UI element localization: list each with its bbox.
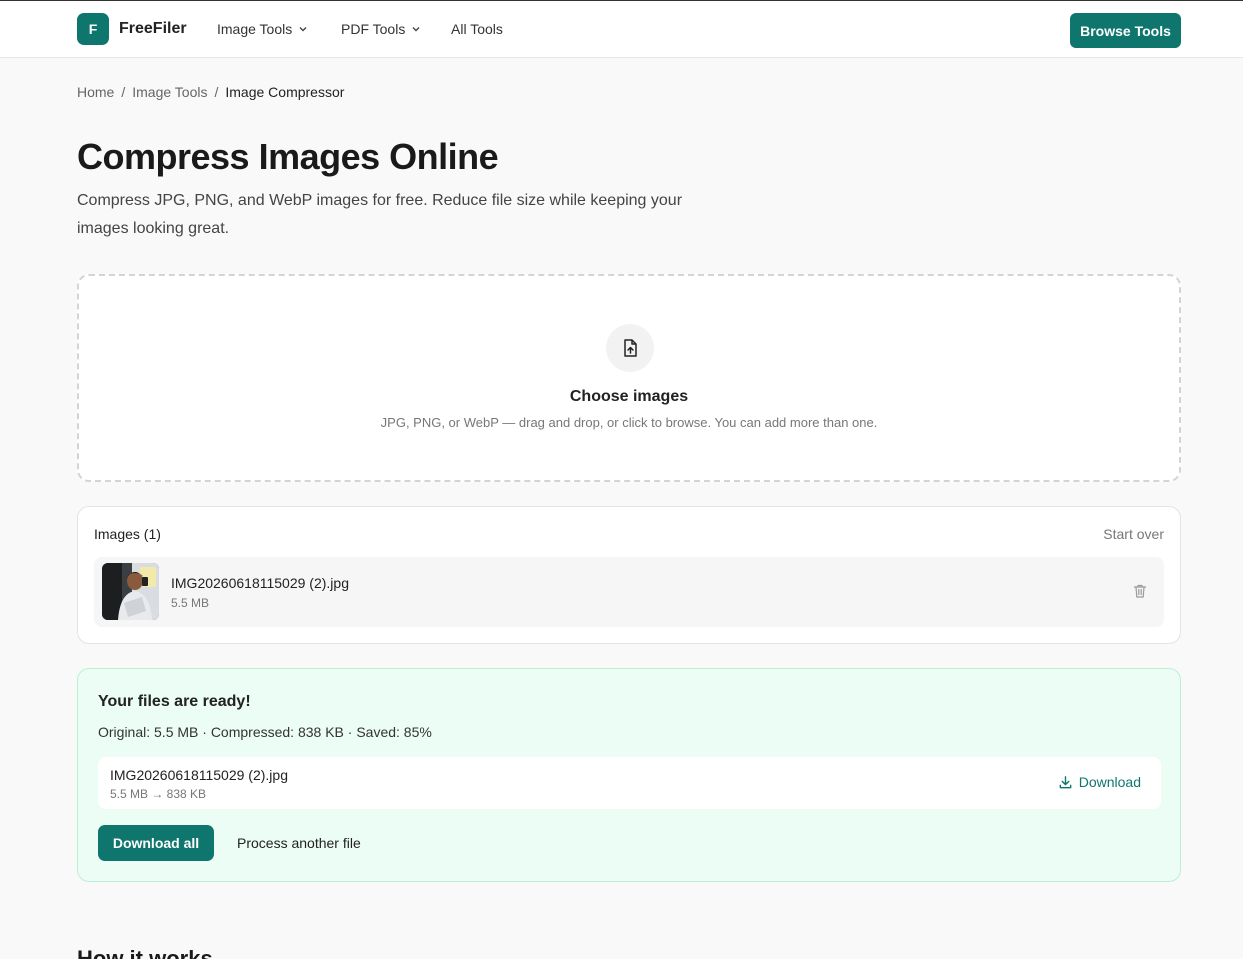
nav-all-tools-label: All Tools xyxy=(451,21,503,37)
list-item: IMG20260618115029 (2).jpg 5.5 MB xyxy=(94,557,1164,627)
chevron-down-icon xyxy=(412,27,420,32)
file-name: IMG20260618115029 (2).jpg xyxy=(171,575,349,591)
download-file-button[interactable]: Download xyxy=(1058,774,1141,790)
compression-stats: Original: 5.5 MB · Compressed: 838 KB · … xyxy=(98,724,432,740)
nav-pdf-tools-label: PDF Tools xyxy=(341,21,406,37)
section-heading: How it works xyxy=(77,946,213,959)
breadcrumb-separator: / xyxy=(214,84,219,100)
download-icon xyxy=(1059,775,1072,788)
dropzone-hint: JPG, PNG, or WebP — drag and drop, or cl… xyxy=(380,415,878,430)
breadcrumb-home[interactable]: Home xyxy=(77,84,114,100)
file-size: 5.5 MB xyxy=(171,596,210,610)
nav-image-tools[interactable]: Image Tools xyxy=(217,21,308,37)
breadcrumb: Home / Image Tools / Image Compressor xyxy=(77,84,344,100)
nav-image-tools-label: Image Tools xyxy=(217,21,293,37)
breadcrumb-current: Image Compressor xyxy=(225,84,345,100)
breadcrumb-image-tools[interactable]: Image Tools xyxy=(132,84,207,100)
process-another-file-button[interactable]: Process another file xyxy=(237,835,361,851)
download-file-label: Download xyxy=(1078,774,1141,790)
result-file-sizes: 5.5 MB → 838 KB xyxy=(110,787,207,801)
download-all-button[interactable]: Download all xyxy=(98,825,214,861)
results-title: Your files are ready! xyxy=(98,693,251,710)
results-panel: Your files are ready! Original: 5.5 MB ·… xyxy=(77,668,1181,882)
chevron-down-icon xyxy=(299,27,307,32)
browse-tools-button[interactable]: Browse Tools xyxy=(1070,13,1181,48)
logo-icon[interactable]: F xyxy=(77,13,109,45)
images-panel: Images (1) Start over IMG20260618115029 … xyxy=(77,506,1181,644)
dropzone-title: Choose images xyxy=(569,388,689,405)
image-thumbnail xyxy=(102,563,159,620)
breadcrumb-separator: / xyxy=(121,84,126,100)
page-subtitle: Compress JPG, PNG, and WebP images for f… xyxy=(77,192,683,237)
file-upload-icon xyxy=(606,324,654,372)
list-item: IMG20260618115029 (2).jpg 5.5 MB → 838 K… xyxy=(98,757,1161,809)
top-navigation-bar: F FreeFiler Image Tools PDF Tools All To… xyxy=(0,0,1243,58)
images-panel-title: Images (1) xyxy=(94,526,161,542)
trash-icon[interactable] xyxy=(1132,583,1148,599)
nav-pdf-tools[interactable]: PDF Tools xyxy=(341,21,421,37)
start-over-link[interactable]: Start over xyxy=(1103,526,1164,542)
result-file-name: IMG20260618115029 (2).jpg xyxy=(110,767,288,783)
page-title: Compress Images Online xyxy=(77,136,499,177)
image-dropzone[interactable]: Choose images JPG, PNG, or WebP — drag a… xyxy=(77,274,1181,482)
brand-name[interactable]: FreeFiler xyxy=(119,20,187,38)
nav-all-tools[interactable]: All Tools xyxy=(451,21,503,37)
